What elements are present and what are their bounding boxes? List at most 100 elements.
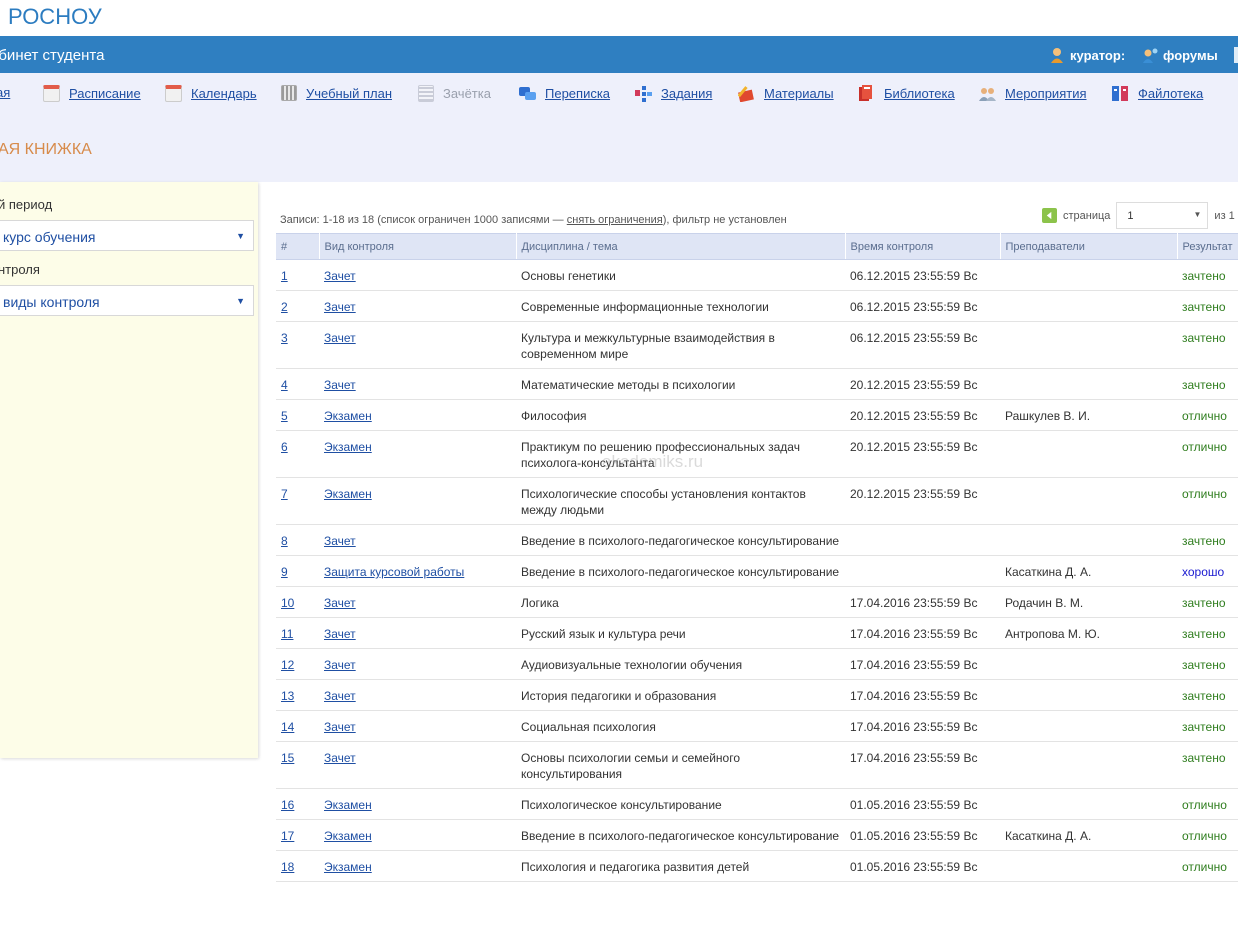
- row-number-link[interactable]: 4: [281, 378, 288, 392]
- nav-label: Календарь: [191, 86, 257, 101]
- cabinet-title: абинет студента: [0, 47, 105, 64]
- row-number-link[interactable]: 11: [281, 627, 293, 641]
- table-row: 18 Экзамен Психология и педагогика развити…: [276, 850, 1238, 882]
- row-number-link[interactable]: 15: [281, 751, 294, 765]
- result-cell: зачтено: [1177, 368, 1238, 400]
- control-type-cell: Экзамен: [319, 399, 516, 431]
- row-number-link[interactable]: 14: [281, 720, 294, 734]
- row-number-link[interactable]: 9: [281, 565, 288, 579]
- time-cell: 20.12.2015 23:55:59 Вс: [845, 477, 1000, 525]
- row-number-link[interactable]: 10: [281, 596, 294, 610]
- subject-cell: Введение в психолого-педагогическое конс…: [516, 819, 845, 851]
- subject-cell: Введение в психолого-педагогическое конс…: [516, 555, 845, 587]
- control-type-cell: Зачет: [319, 617, 516, 649]
- pencil-book-icon: [737, 85, 755, 103]
- nav-item-materials[interactable]: Материалы: [737, 85, 834, 103]
- row-number-link[interactable]: 18: [281, 860, 294, 874]
- nav-item-home[interactable]: ая: [0, 85, 10, 100]
- row-number-link[interactable]: 6: [281, 440, 288, 454]
- control-type-cell: Зачет: [319, 259, 516, 291]
- row-number-link[interactable]: 2: [281, 300, 288, 314]
- control-select-value: виды контроля: [3, 294, 100, 310]
- books-icon: [858, 85, 875, 102]
- control-type-link[interactable]: Экзамен: [324, 440, 372, 454]
- subject-cell: Психологические способы установления кон…: [516, 477, 845, 525]
- col-header-teachers[interactable]: Преподаватели: [1000, 233, 1178, 260]
- table-row: 4 Зачет Математические методы в психологии…: [276, 368, 1238, 400]
- control-type-link[interactable]: Экзамен: [324, 409, 372, 423]
- row-number-link[interactable]: 8: [281, 534, 288, 548]
- control-type-link[interactable]: Зачет: [324, 331, 356, 345]
- control-type-link[interactable]: Зачет: [324, 658, 356, 672]
- prev-page-button[interactable]: [1042, 208, 1057, 223]
- control-type-cell: Экзамен: [319, 788, 516, 820]
- nav-item-calendar[interactable]: Календарь: [165, 85, 257, 102]
- bar-edge: [1234, 47, 1238, 63]
- row-number-link[interactable]: 12: [281, 658, 294, 672]
- row-number-cell: 15: [276, 741, 319, 789]
- col-header-result[interactable]: Результат: [1177, 233, 1238, 260]
- main-nav: ая Расписание Календарь Учебный план Зач…: [0, 73, 1238, 182]
- time-cell: [845, 555, 1000, 587]
- control-type-link[interactable]: Зачет: [324, 720, 356, 734]
- control-type-link[interactable]: Зачет: [324, 596, 356, 610]
- control-type-link[interactable]: Экзамен: [324, 829, 372, 843]
- control-type-link[interactable]: Зачет: [324, 627, 356, 641]
- period-select[interactable]: курс обучения ▼: [0, 220, 254, 251]
- control-select[interactable]: виды контроля ▼: [0, 285, 254, 316]
- result-cell: отлично: [1177, 430, 1238, 478]
- row-number-link[interactable]: 3: [281, 331, 288, 345]
- row-number-link[interactable]: 16: [281, 798, 294, 812]
- nav-item-messages[interactable]: Переписка: [519, 85, 610, 102]
- time-cell: 20.12.2015 23:55:59 Вс: [845, 430, 1000, 478]
- time-cell: 17.04.2016 23:55:59 Вс: [845, 741, 1000, 789]
- row-number-link[interactable]: 13: [281, 689, 294, 703]
- control-type-link[interactable]: Экзамен: [324, 860, 372, 874]
- row-number-link[interactable]: 1: [281, 269, 288, 283]
- dropdown-arrow-icon: ▼: [236, 231, 245, 241]
- site-logo[interactable]: РОСНОУ: [8, 4, 102, 30]
- row-number-cell: 18: [276, 850, 319, 882]
- table-row: 11 Зачет Русский язык и культура речи 17.04…: [276, 617, 1238, 649]
- nav-item-gradebook[interactable]: Зачётка: [418, 85, 491, 102]
- row-number-link[interactable]: 5: [281, 409, 288, 423]
- result-cell: зачтено: [1177, 679, 1238, 711]
- col-header-number[interactable]: #: [276, 233, 320, 260]
- control-type-link[interactable]: Экзамен: [324, 798, 372, 812]
- row-number-link[interactable]: 7: [281, 487, 288, 501]
- nav-item-files[interactable]: Файлотека: [1112, 85, 1203, 102]
- subject-cell: Основы генетики: [516, 259, 845, 291]
- control-type-link[interactable]: Зачет: [324, 300, 356, 314]
- time-cell: 06.12.2015 23:55:59 Вс: [845, 321, 1000, 369]
- control-type-link[interactable]: Зачет: [324, 534, 356, 548]
- row-number-link[interactable]: 17: [281, 829, 294, 843]
- teacher-cell: [1000, 710, 1177, 742]
- forums-link[interactable]: форумы: [1143, 47, 1218, 63]
- col-header-time[interactable]: Время контроля: [845, 233, 1001, 260]
- row-number-cell: 5: [276, 399, 319, 431]
- col-header-control-type[interactable]: Вид контроля: [319, 233, 517, 260]
- control-type-link[interactable]: Зачет: [324, 751, 356, 765]
- control-type-link[interactable]: Зачет: [324, 269, 356, 283]
- people-icon: [979, 85, 996, 102]
- remove-limit-link[interactable]: снять ограничения: [567, 214, 663, 226]
- nav-item-study-plan[interactable]: Учебный план: [281, 85, 392, 101]
- col-header-subject[interactable]: Дисциплина / тема: [516, 233, 846, 260]
- tasks-icon: [635, 85, 652, 102]
- time-cell: 01.05.2016 23:55:59 Вс: [845, 850, 1000, 882]
- control-type-link[interactable]: Зачет: [324, 689, 356, 703]
- nav-item-events[interactable]: Мероприятия: [979, 85, 1087, 102]
- nav-item-schedule[interactable]: Расписание: [43, 85, 141, 102]
- nav-label: Материалы: [764, 86, 834, 101]
- result-cell: зачтено: [1177, 710, 1238, 742]
- control-type-link[interactable]: Зачет: [324, 378, 356, 392]
- control-type-link[interactable]: Защита курсовой работы: [324, 565, 464, 579]
- curator-link[interactable]: куратор:: [1050, 47, 1125, 63]
- nav-item-library[interactable]: Библиотека: [858, 85, 955, 102]
- control-type-link[interactable]: Экзамен: [324, 487, 372, 501]
- page-select[interactable]: 1 ▼: [1116, 202, 1209, 229]
- result-cell: отлично: [1177, 399, 1238, 431]
- control-type-cell: Зачет: [319, 586, 516, 618]
- nav-item-tasks[interactable]: Задания: [635, 85, 712, 102]
- curator-label: куратор:: [1070, 47, 1126, 63]
